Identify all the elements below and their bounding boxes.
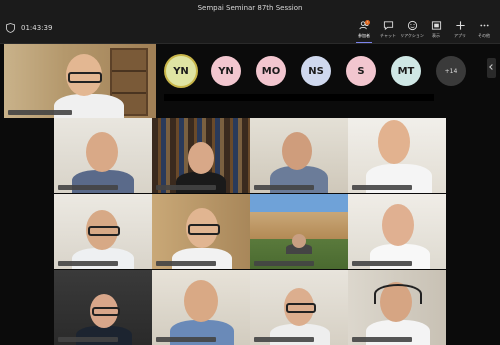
more-label: その他 [478,33,490,38]
video-gallery [54,118,446,345]
video-tile[interactable] [348,194,446,269]
meeting-toolbar: ! 参加者 チャット リアクション 表示 アプリ その他 [352,16,496,43]
participant-head [378,120,410,164]
participant-glasses [92,307,120,316]
participant-head [86,132,118,172]
apps-button[interactable]: アプリ [448,16,472,43]
participant-nameplate [156,185,216,190]
participant-head [282,132,312,170]
avatar[interactable]: NS [301,56,331,86]
participant-head [292,234,306,248]
participant-nameplate [58,337,118,342]
participants-label: 参加者 [358,33,370,38]
participant-nameplate [352,337,412,342]
window-title: Sempai Seminar 87th Session [197,4,303,12]
video-tile[interactable] [152,270,250,345]
view-button[interactable]: 表示 [424,16,448,43]
headset-icon [374,284,422,304]
presenter-glasses [68,72,102,83]
participants-button[interactable]: ! 参加者 [352,16,376,43]
title-bar: Sempai Seminar 87th Session [0,0,500,16]
video-tile[interactable] [54,118,152,193]
meeting-top-bar: 01:43:39 ! 参加者 チャット リアクション 表示 アプリ その他 [0,16,500,44]
participants-badge: ! [365,20,370,25]
video-tile[interactable] [250,270,348,345]
reactions-button[interactable]: リアクション [400,16,424,43]
participant-nameplate [58,185,118,190]
redaction-bar [164,94,434,101]
more-participants-button[interactable]: +14 [436,56,466,86]
participant-nameplate [156,337,216,342]
presenter-nameplate [8,110,72,115]
video-tile[interactable] [348,118,446,193]
participant-roster: YN YN MO NS S MT +14 [166,56,466,86]
participant-head [382,204,414,246]
shield-icon [6,23,15,33]
plus-icon [455,21,465,30]
elapsed-time: 01:43:39 [21,24,53,32]
avatar[interactable]: YN [166,56,196,86]
participant-nameplate [254,185,314,190]
video-tile[interactable] [250,118,348,193]
apps-label: アプリ [454,33,466,38]
participant-head [184,280,218,322]
participant-nameplate [58,261,118,266]
video-tile[interactable] [250,194,348,269]
spotlight-video[interactable] [4,44,156,118]
participant-head [188,142,214,174]
participant-nameplate [352,185,412,190]
meeting-timer: 01:43:39 [6,23,52,33]
collapse-chevron-icon[interactable] [487,58,496,78]
participant-nameplate [156,261,216,266]
avatar[interactable]: YN [211,56,241,86]
avatar[interactable]: S [346,56,376,86]
view-label: 表示 [432,33,440,38]
participant-glasses [188,224,220,235]
emoji-icon [407,20,417,31]
participant-glasses [286,303,316,313]
video-tile[interactable] [54,270,152,345]
avatar[interactable]: MT [391,56,421,86]
participant-nameplate [254,337,314,342]
more-icon [479,24,489,27]
video-tile[interactable] [152,194,250,269]
participant-nameplate [352,261,412,266]
layout-icon [431,21,441,30]
video-tile[interactable] [152,118,250,193]
chat-button[interactable]: チャット [376,16,400,43]
video-tile[interactable] [348,270,446,345]
participant-nameplate [254,261,314,266]
chat-label: チャット [380,33,396,38]
more-button[interactable]: その他 [472,16,496,43]
avatar[interactable]: MO [256,56,286,86]
chat-icon [383,21,393,31]
reactions-label: リアクション [400,33,424,38]
participant-glasses [88,226,120,236]
spotlight-stage: YN YN MO NS S MT +14 [0,44,500,118]
video-tile[interactable] [54,194,152,269]
participant-body [76,326,132,345]
